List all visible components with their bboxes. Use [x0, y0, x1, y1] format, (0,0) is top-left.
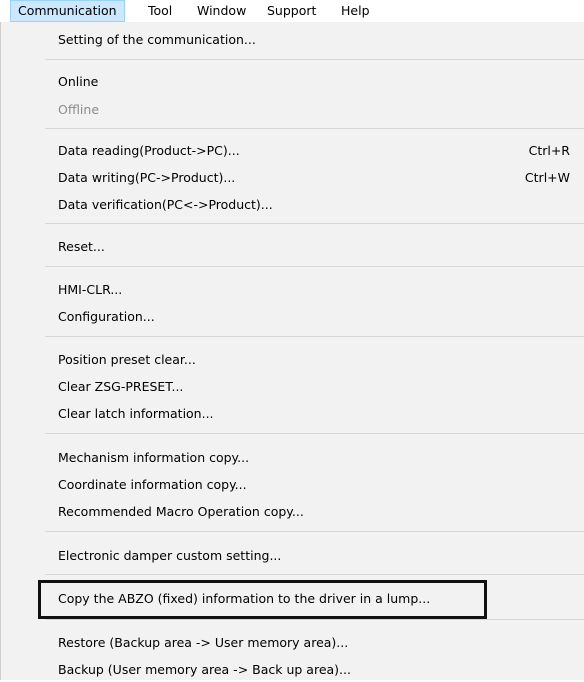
menu-item-label: Backup (User memory area -> Back up area… — [58, 662, 351, 677]
menu-item-reset[interactable]: Reset... — [1, 235, 584, 259]
menu-item-label: Offline — [58, 102, 100, 117]
menu-item-position-preset-clear[interactable]: Position preset clear... — [1, 348, 584, 372]
menu-item-data-reading[interactable]: Data reading(Product->PC)... Ctrl+R — [1, 139, 584, 163]
menu-item-label: HMI-CLR... — [58, 282, 123, 297]
menu-support[interactable]: Support — [260, 0, 323, 22]
menu-separator — [45, 433, 584, 434]
shortcut-label: Ctrl+W — [524, 170, 570, 185]
menu-item-online[interactable]: Online — [1, 70, 584, 94]
menu-separator — [45, 59, 584, 60]
menu-item-hmi-clr[interactable]: HMI-CLR... — [1, 278, 584, 302]
menu-item-label: Position preset clear... — [58, 352, 196, 367]
menu-item-label: Data reading(Product->PC)... — [58, 143, 240, 158]
menu-item-configuration[interactable]: Configuration... — [1, 305, 584, 329]
highlight-callout-box — [38, 580, 487, 619]
menu-item-coordinate-information-copy[interactable]: Coordinate information copy... — [1, 473, 584, 497]
menu-item-data-verification[interactable]: Data verification(PC<->Product)... — [1, 193, 584, 217]
menu-separator — [45, 266, 584, 267]
menu-item-label: Reset... — [58, 239, 105, 254]
menu-window[interactable]: Window — [190, 0, 253, 22]
menu-item-label: Coordinate information copy... — [58, 477, 247, 492]
menu-item-data-writing[interactable]: Data writing(PC->Product)... Ctrl+W — [1, 166, 584, 190]
menu-item-label: Clear ZSG-PRESET... — [58, 379, 184, 394]
menu-item-label: Data writing(PC->Product)... — [58, 170, 236, 185]
menu-separator — [45, 336, 584, 337]
menu-item-label: Data verification(PC<->Product)... — [58, 197, 273, 212]
menu-bar: Communication Tool Window Support Help — [0, 0, 584, 22]
menu-separator — [45, 574, 584, 575]
menu-help[interactable]: Help — [334, 0, 377, 22]
menu-separator — [45, 619, 584, 620]
menu-item-recommended-macro-operation-copy[interactable]: Recommended Macro Operation copy... — [1, 500, 584, 524]
menu-item-restore[interactable]: Restore (Backup area -> User memory area… — [1, 631, 584, 655]
menu-tool[interactable]: Tool — [141, 0, 179, 22]
menu-item-label: Clear latch information... — [58, 406, 214, 421]
menu-item-label: Recommended Macro Operation copy... — [58, 504, 304, 519]
menu-item-backup[interactable]: Backup (User memory area -> Back up area… — [1, 658, 584, 682]
menu-item-label: Online — [58, 74, 99, 89]
menu-separator — [45, 531, 584, 532]
menu-item-setting-of-communication[interactable]: Setting of the communication... — [1, 28, 584, 52]
menu-item-electronic-damper-custom-setting[interactable]: Electronic damper custom setting... — [1, 544, 584, 568]
menu-item-mechanism-information-copy[interactable]: Mechanism information copy... — [1, 446, 584, 470]
menu-item-label: Mechanism information copy... — [58, 450, 250, 465]
menu-item-clear-zsg-preset[interactable]: Clear ZSG-PRESET... — [1, 375, 584, 399]
menu-item-label: Restore (Backup area -> User memory area… — [58, 635, 349, 650]
menu-item-label: Setting of the communication... — [58, 32, 256, 47]
menu-item-offline: Offline — [1, 98, 584, 122]
shortcut-label: Ctrl+R — [528, 143, 570, 158]
menu-item-label: Electronic damper custom setting... — [58, 548, 282, 563]
menu-item-label: Configuration... — [58, 309, 155, 324]
menu-separator — [45, 128, 584, 129]
menu-communication[interactable]: Communication — [10, 0, 125, 22]
menu-item-clear-latch-information[interactable]: Clear latch information... — [1, 402, 584, 426]
menu-separator — [45, 223, 584, 224]
